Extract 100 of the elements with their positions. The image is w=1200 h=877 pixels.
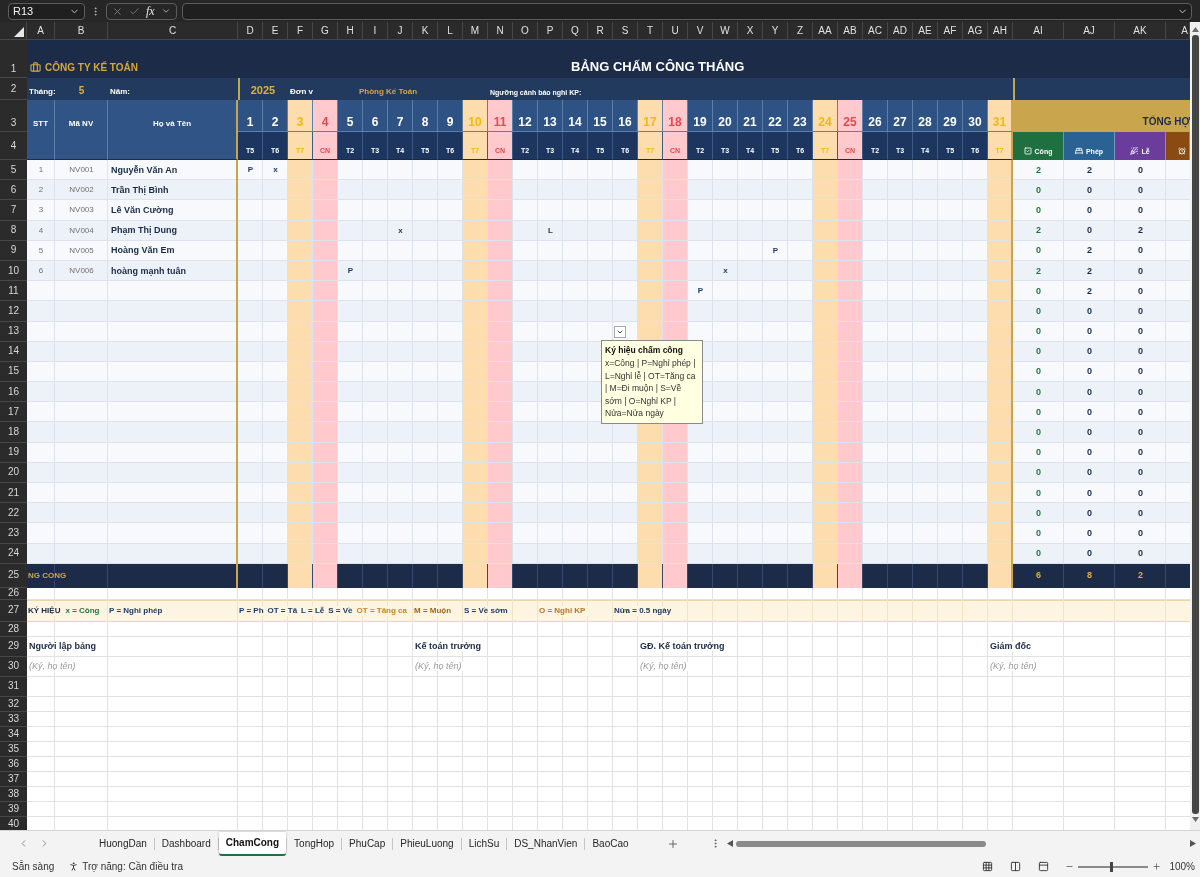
sheet-tab[interactable]: BaoCao: [585, 831, 636, 856]
total-value: 0: [1087, 387, 1092, 397]
day-number-header: 30: [963, 100, 988, 132]
row-header[interactable]: 17: [0, 402, 27, 423]
total-value: 0: [1138, 266, 1143, 276]
add-sheet-icon[interactable]: [666, 837, 679, 850]
legend-item: S = Về: [327, 605, 356, 616]
day-number-header: 7: [388, 100, 413, 132]
row-header[interactable]: 8: [0, 220, 27, 241]
row-header[interactable]: 15: [0, 361, 27, 383]
day-number-header: 17: [638, 100, 663, 132]
sheet-tab[interactable]: PhieuLuong: [393, 831, 461, 856]
row-header[interactable]: 31: [0, 676, 27, 697]
day-number-header: 16: [613, 100, 638, 132]
scroll-right-icon[interactable]: [1190, 840, 1196, 847]
row-header[interactable]: 7: [0, 200, 27, 221]
company-name: CÔNG TY KẾ TOÁN: [45, 62, 138, 73]
total-value: 6: [1036, 571, 1041, 581]
employee-code: NV001: [69, 166, 94, 175]
total-value: 0: [1087, 205, 1092, 215]
row-header[interactable]: 12: [0, 301, 27, 322]
row-header[interactable]: 9: [0, 240, 27, 261]
row-index: 3: [38, 206, 44, 215]
scrollbar-thumb[interactable]: [1191, 35, 1199, 814]
scrollbar-thumb[interactable]: [735, 840, 986, 847]
row-header[interactable]: 14: [0, 341, 27, 362]
cancel-icon[interactable]: [112, 5, 123, 17]
day-number-header: 22: [763, 100, 788, 132]
total-value: 0: [1036, 448, 1041, 458]
columns-icon[interactable]: [1010, 861, 1022, 872]
row-header[interactable]: 18: [0, 422, 27, 443]
horizontal-scrollbar[interactable]: [726, 838, 1196, 849]
row-header[interactable]: 24: [0, 543, 27, 564]
sheet-tab[interactable]: PhuCap: [342, 831, 393, 856]
dropdown-button[interactable]: [614, 326, 626, 338]
row-header[interactable]: 5: [0, 160, 27, 181]
row-header[interactable]: 10: [0, 260, 27, 282]
total-value: 0: [1138, 306, 1143, 316]
zoom-in-icon[interactable]: [1152, 862, 1162, 871]
legend-item: O = Nghỉ KP: [538, 605, 589, 616]
summary-header: TỔNG HỢ: [1013, 100, 1190, 132]
vertical-scrollbar[interactable]: [1190, 22, 1200, 830]
day-number-header: 18: [663, 100, 688, 132]
row-header[interactable]: 21: [0, 483, 27, 504]
signature-hint: (Ký, họ tên): [638, 662, 689, 672]
grid-icon[interactable]: [982, 861, 994, 872]
legend-item: OT = Tăng ca: [355, 605, 410, 616]
row-header[interactable]: 1: [0, 40, 27, 78]
formula-input[interactable]: [181, 2, 1192, 20]
scroll-left-icon[interactable]: [726, 840, 733, 847]
attendance-mark: P: [772, 246, 779, 255]
total-value: 0: [1036, 549, 1041, 559]
sheet-tab[interactable]: DS_NhanVien: [507, 831, 585, 856]
check-icon[interactable]: [129, 5, 140, 17]
scroll-up-icon[interactable]: [1191, 27, 1199, 32]
scroll-down-icon[interactable]: [1191, 817, 1199, 822]
row-header[interactable]: 4: [0, 132, 27, 160]
total-value: 0: [1036, 347, 1041, 357]
sheet-tab[interactable]: LichSu: [461, 831, 507, 856]
total-value: 2: [1138, 571, 1143, 581]
employee-name: Nguyễn Văn An: [111, 165, 178, 175]
row-header[interactable]: 23: [0, 523, 27, 544]
total-value: 0: [1087, 488, 1092, 498]
sheet-tab[interactable]: ChamCong: [218, 831, 287, 856]
row-header[interactable]: 13: [0, 321, 27, 342]
sheet-tab[interactable]: HuongDan: [92, 831, 154, 856]
row-header[interactable]: 19: [0, 442, 27, 463]
signature-hint: (Ký, họ tên): [27, 662, 78, 672]
row-index: 6: [38, 267, 44, 276]
row-header[interactable]: 22: [0, 503, 27, 524]
total-value: 0: [1138, 428, 1143, 438]
total-value: 2: [1036, 266, 1041, 276]
total-value: 0: [1036, 508, 1041, 518]
zoom-percent[interactable]: 100%: [1169, 861, 1195, 872]
row-header[interactable]: 27: [0, 599, 27, 622]
row-header[interactable]: 11: [0, 281, 27, 302]
day-number-header: 2: [263, 100, 288, 132]
day-number-header: 5: [338, 100, 363, 132]
employee-name: Hoàng Văn Em: [111, 246, 175, 256]
zoom-slider-thumb[interactable]: [1109, 861, 1113, 872]
total-value: 0: [1138, 387, 1143, 397]
sheet-tab[interactable]: TongHop: [287, 831, 342, 856]
panel-icon[interactable]: [1038, 861, 1050, 872]
row-header[interactable]: 2: [0, 78, 27, 100]
name-box[interactable]: R13: [8, 2, 85, 20]
sheet-title: BẢNG CHẤM CÔNG THÁNG: [571, 60, 745, 73]
total-value: 0: [1138, 407, 1143, 417]
row-header[interactable]: 16: [0, 382, 27, 403]
row-header[interactable]: 3: [0, 100, 27, 132]
row-header[interactable]: 29: [0, 636, 27, 657]
year-value: 2025: [250, 85, 276, 96]
total-value: 0: [1138, 347, 1143, 357]
insert-function-button[interactable]: fx: [146, 5, 155, 17]
sheet-tab[interactable]: Dashboard: [154, 831, 218, 856]
legend-item: S = Về sớm: [463, 605, 511, 616]
row-header[interactable]: 20: [0, 462, 27, 483]
row-header[interactable]: 6: [0, 180, 27, 201]
row-header[interactable]: 25: [0, 563, 27, 588]
row-header[interactable]: 30: [0, 656, 27, 677]
caret-icon[interactable]: [160, 6, 171, 16]
